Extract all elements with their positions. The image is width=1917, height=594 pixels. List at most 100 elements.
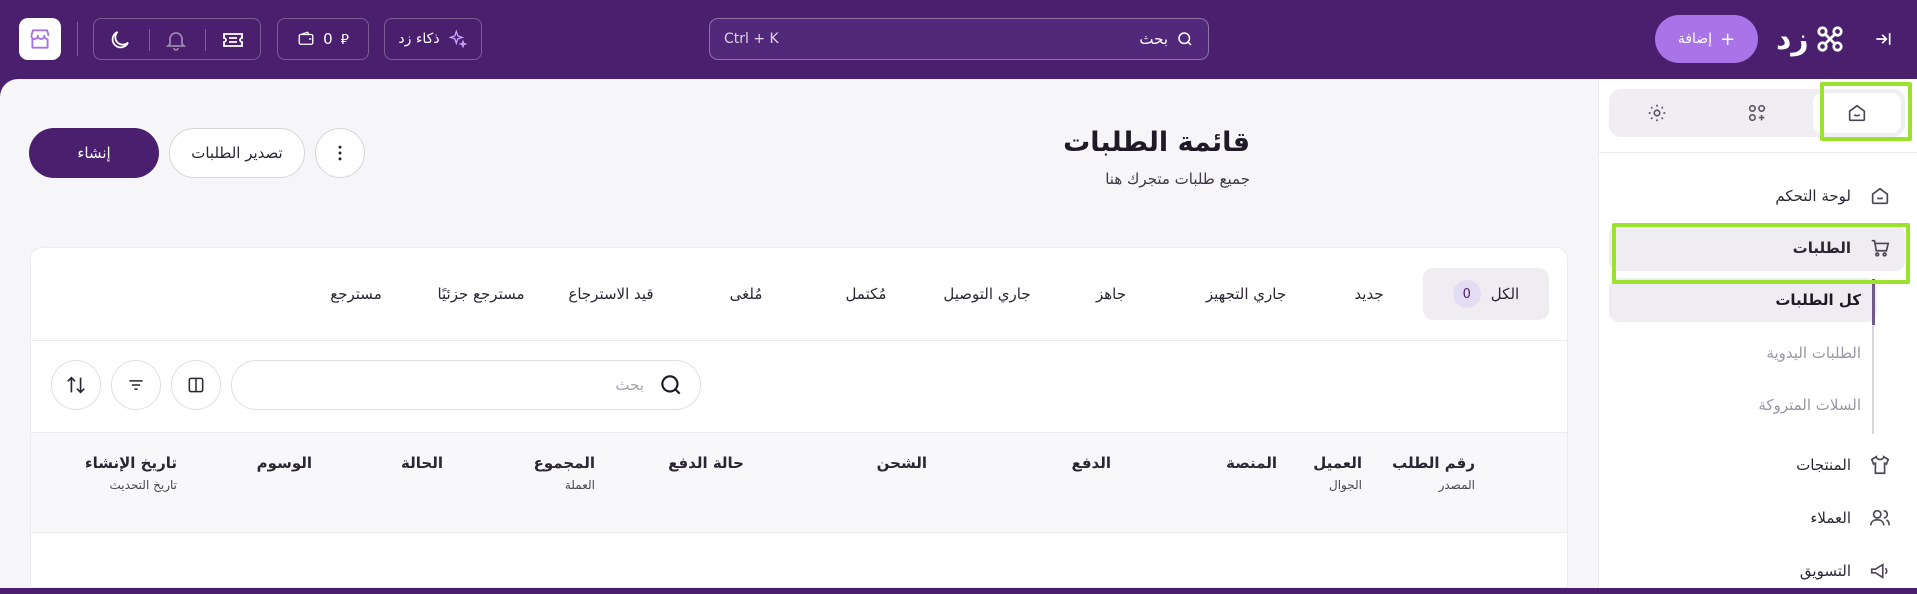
table-header: رقم الطلب المصدر العميل الجوال المنصة ال… bbox=[31, 432, 1567, 532]
tab-status-returned[interactable]: مسترجع bbox=[311, 268, 401, 320]
column-header-sublabel: تاريخ التحديث bbox=[109, 478, 177, 492]
filter-button[interactable] bbox=[111, 360, 161, 410]
sidebar-item-label: لوحة التحكم bbox=[1775, 187, 1851, 205]
moon-icon bbox=[111, 31, 129, 49]
collapse-sidebar-button[interactable] bbox=[1868, 24, 1898, 54]
main-content: قائمة الطلبات جميع طلبات متجرك هنا إنشاء… bbox=[0, 79, 1598, 588]
status-tab-label: جاهز bbox=[1095, 285, 1127, 303]
bell-icon bbox=[165, 32, 187, 51]
wallet-icon bbox=[297, 30, 315, 48]
top-bar: 0 ⃁ ذكاء زد Ctrl + K بحث إضافة + زد bbox=[0, 0, 1917, 79]
column-header-total[interactable]: المجموع العملة bbox=[534, 454, 595, 492]
tab-status-delivering[interactable]: جاري التوصيل bbox=[927, 268, 1047, 320]
search-shortcut-hint: Ctrl + K bbox=[724, 31, 779, 47]
zid-logo: زد bbox=[1776, 18, 1845, 60]
column-header-platform[interactable]: المنصة bbox=[1226, 454, 1277, 472]
tab-status-new[interactable]: جديد bbox=[1329, 268, 1409, 320]
sparkle-icon bbox=[448, 29, 468, 49]
search-icon bbox=[661, 375, 681, 395]
column-header-label: حالة الدفع bbox=[668, 454, 744, 472]
sidebar-tabs bbox=[1609, 89, 1905, 137]
column-header-customer[interactable]: العميل الجوال bbox=[1313, 454, 1362, 492]
export-orders-button[interactable]: تصدير الطلبات bbox=[169, 128, 305, 178]
sidebar-separator bbox=[1599, 152, 1917, 153]
column-header-created-date[interactable]: تاريخ الإنشاء تاريخ التحديث bbox=[85, 454, 177, 492]
tab-home[interactable] bbox=[1813, 93, 1901, 133]
sidebar-item-orders[interactable]: الطلبات bbox=[1609, 225, 1905, 271]
orders-card: 0 الكل جديد جاري التجهيز جاهز جاري التوص… bbox=[30, 247, 1568, 588]
sidebar-item-products[interactable]: المنتجات bbox=[1609, 442, 1905, 488]
sidebar-subitem-label: السلات المتروكة bbox=[1758, 396, 1861, 414]
tab-status-partially-returned[interactable]: مسترجع جزئيًا bbox=[421, 268, 541, 320]
topbar-divider bbox=[77, 22, 78, 56]
search-icon bbox=[1176, 30, 1194, 48]
sidebar-item-marketing[interactable]: التسويق bbox=[1609, 548, 1905, 594]
create-order-button[interactable]: إنشاء bbox=[29, 128, 159, 178]
sidebar-subitem-label: الطلبات اليدوية bbox=[1766, 344, 1861, 362]
status-tab-label: مُكتمل bbox=[845, 285, 887, 303]
ai-button[interactable]: ذكاء زد bbox=[384, 18, 482, 60]
logo-text: زد bbox=[1776, 21, 1809, 57]
search-placeholder: بحث bbox=[615, 376, 644, 394]
column-header-label: الوسوم bbox=[256, 454, 312, 472]
column-header-payment-status[interactable]: حالة الدفع bbox=[668, 454, 744, 472]
sidebar-item-label: المنتجات bbox=[1796, 456, 1851, 474]
status-tab-label: الكل bbox=[1490, 285, 1520, 303]
column-header-label: الشحن bbox=[876, 454, 927, 472]
more-options-button[interactable] bbox=[315, 128, 365, 178]
column-header-label: رقم الطلب bbox=[1392, 454, 1475, 472]
tab-status-ready[interactable]: جاهز bbox=[1061, 268, 1161, 320]
tab-status-cancelled[interactable]: مُلغى bbox=[701, 268, 791, 320]
column-header-label: العميل bbox=[1313, 454, 1362, 472]
wallet-button[interactable]: 0 ⃁ bbox=[277, 18, 369, 60]
column-header-tags[interactable]: الوسوم bbox=[257, 454, 312, 472]
tab-status-completed[interactable]: مُكتمل bbox=[821, 268, 911, 320]
column-header-sublabel: الجوال bbox=[1329, 478, 1362, 492]
tab-status-returning[interactable]: قيد الاسترجاع bbox=[551, 268, 671, 320]
card-separator bbox=[31, 340, 1567, 341]
column-header-sublabel: العملة bbox=[564, 478, 595, 492]
sidebar-subitem-all-orders[interactable]: كل الطلبات bbox=[1609, 278, 1877, 322]
page-subtitle: جميع طلبات متجرك هنا bbox=[1105, 170, 1250, 188]
coupon-button[interactable] bbox=[221, 28, 245, 52]
columns-button[interactable] bbox=[171, 360, 221, 410]
status-tab-label: مُلغى bbox=[729, 285, 763, 303]
logo-mark-icon bbox=[1815, 24, 1845, 54]
tab-status-all[interactable]: 0 الكل bbox=[1423, 268, 1549, 320]
notifications-button[interactable] bbox=[164, 28, 188, 52]
megaphone-icon bbox=[1870, 563, 1888, 579]
tab-apps[interactable] bbox=[1713, 93, 1801, 133]
orders-search-input[interactable]: بحث bbox=[231, 360, 701, 410]
columns-icon bbox=[188, 377, 204, 393]
submenu-rail-indicator bbox=[1872, 279, 1875, 325]
sidebar-subitem-manual-orders[interactable]: الطلبات اليدوية bbox=[1609, 331, 1877, 375]
column-header-order-number[interactable]: رقم الطلب المصدر bbox=[1392, 454, 1475, 492]
status-tab-label: جاري التجهيز bbox=[1205, 285, 1287, 303]
users-icon bbox=[1870, 509, 1890, 526]
count-badge: 0 bbox=[1452, 280, 1481, 308]
store-icon bbox=[27, 26, 53, 52]
sidebar-subitem-abandoned-carts[interactable]: السلات المتروكة bbox=[1609, 383, 1877, 427]
tab-settings[interactable] bbox=[1613, 93, 1701, 133]
dashboard-icon bbox=[1871, 187, 1889, 205]
column-header-status[interactable]: الحالة bbox=[401, 454, 443, 472]
sidebar-item-dashboard[interactable]: لوحة التحكم bbox=[1609, 173, 1905, 219]
add-button[interactable]: إضافة + bbox=[1655, 15, 1758, 63]
dark-mode-toggle[interactable] bbox=[108, 28, 132, 52]
sidebar-item-label: الطلبات bbox=[1792, 239, 1851, 257]
sort-button[interactable] bbox=[51, 360, 101, 410]
global-search[interactable]: Ctrl + K بحث bbox=[709, 18, 1209, 60]
ai-button-label: ذكاء زد bbox=[398, 31, 440, 47]
sidebar-item-customers[interactable]: العملاء bbox=[1609, 495, 1905, 541]
column-header-label: المجموع bbox=[533, 454, 595, 472]
tab-status-preparing[interactable]: جاري التجهيز bbox=[1186, 268, 1306, 320]
plus-icon: + bbox=[1720, 28, 1736, 50]
sidebar: لوحة التحكم الطلبات كل الطلبات الطلبات ا… bbox=[1598, 79, 1917, 588]
column-header-shipping[interactable]: الشحن bbox=[877, 454, 927, 472]
column-header-payment[interactable]: الدفع bbox=[1071, 454, 1111, 472]
search-label: بحث bbox=[1139, 30, 1168, 48]
add-button-label: إضافة bbox=[1677, 31, 1713, 47]
page-title: قائمة الطلبات bbox=[1063, 127, 1250, 158]
store-button[interactable] bbox=[19, 18, 61, 60]
shirt-icon bbox=[1870, 455, 1890, 475]
